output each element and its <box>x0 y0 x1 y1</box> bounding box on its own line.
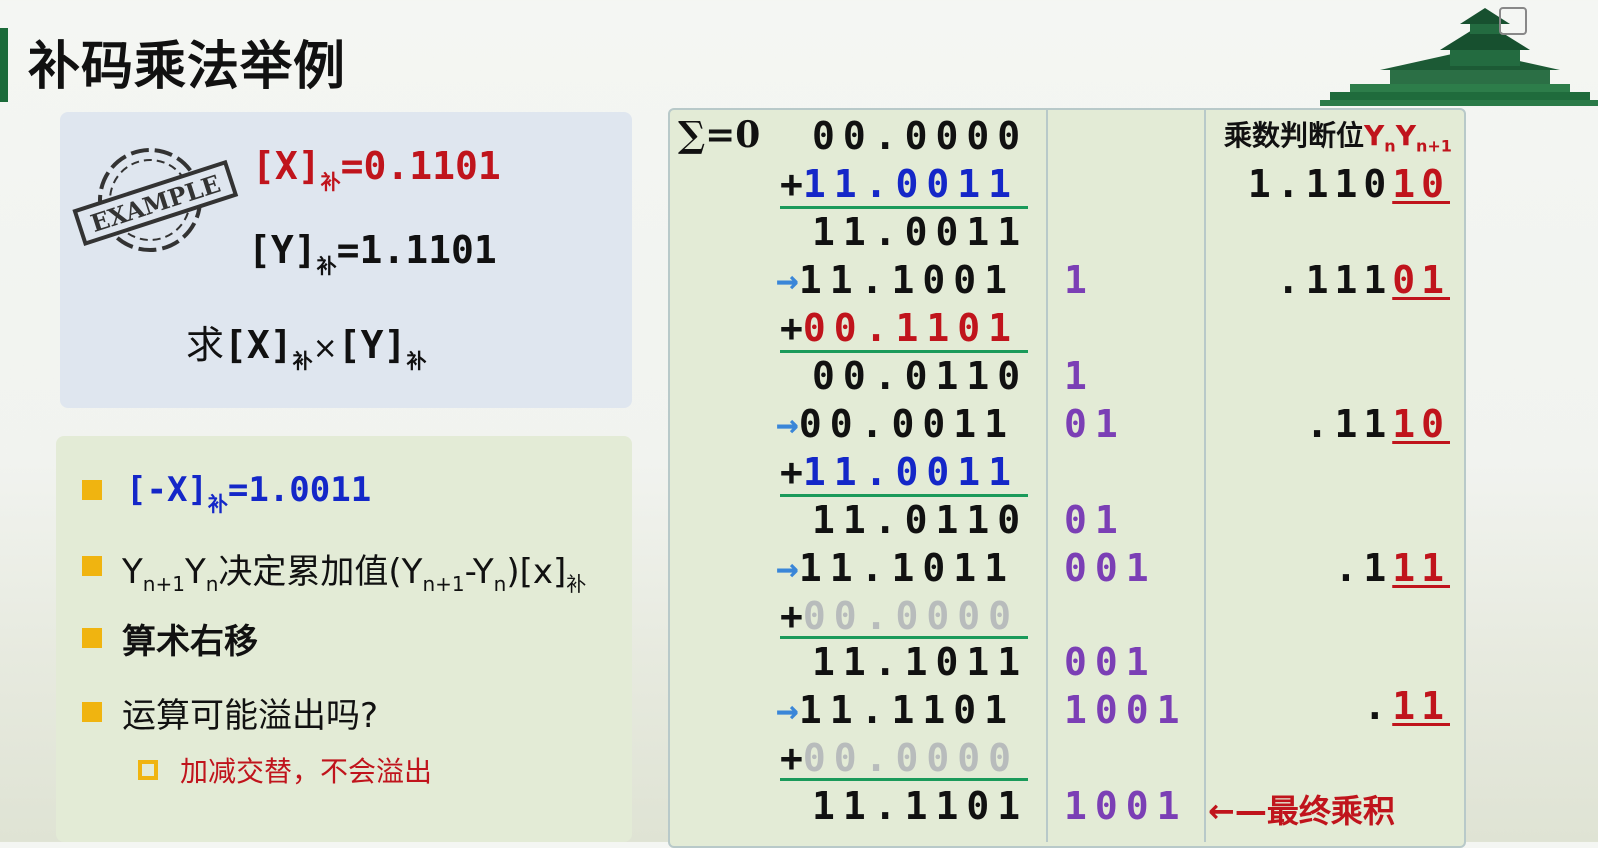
note-overflow-question: 运算可能溢出吗? <box>122 696 379 736</box>
partial-row-14: 11.1101 <box>812 784 1029 828</box>
bullet-icon <box>82 480 102 500</box>
note-accumulate: Yn+1Yn决定累加值(Yn+1-Yn)[x]补 <box>122 552 587 596</box>
partial-row-3: →11.1001 <box>776 258 1016 302</box>
judge-bits-4: .11 <box>1363 684 1450 728</box>
final-product-label: ←—最终乘积 <box>1208 792 1395 830</box>
x-complement-equation: [X]补=0.1101 <box>252 144 501 194</box>
shifted-bits-6: 1001 <box>1064 688 1188 732</box>
page-title: 补码乘法举例 <box>28 37 347 97</box>
shifted-bits-1: 1 <box>1064 354 1095 398</box>
partial-row-13: +00.0000 <box>780 736 1020 780</box>
partial-row-11: 11.1011 <box>812 640 1029 684</box>
judge-bits-header: 乘数判断位YnYn+1 <box>1224 119 1452 156</box>
shifted-bits-2: 01 <box>1064 402 1126 446</box>
partial-row-2: 11.0011 <box>812 210 1029 254</box>
title-accent-bar <box>0 28 8 102</box>
partial-row-6: →00.0011 <box>776 402 1016 446</box>
bullet-icon <box>82 556 102 576</box>
partial-row-7: +11.0011 <box>780 450 1020 494</box>
partial-row-5: 00.0110 <box>812 354 1029 398</box>
judge-bits-1: .11101 <box>1276 258 1450 302</box>
question-equation: 求[X]补×[Y]补 <box>186 323 427 373</box>
sum-line <box>780 636 1028 639</box>
partial-row-8: 11.0110 <box>812 498 1029 542</box>
shifted-bits-4: 001 <box>1064 546 1157 590</box>
judge-bits-0: 1.11010 <box>1247 162 1450 206</box>
shifted-bits-5: 001 <box>1064 640 1157 684</box>
sum-line <box>780 350 1028 353</box>
partial-row-0: 00.0000 <box>812 114 1029 158</box>
bullet-icon <box>82 628 102 648</box>
judge-bits-2: .1110 <box>1305 402 1450 446</box>
partial-row-4: +00.1101 <box>780 306 1020 350</box>
partial-row-1: +11.0011 <box>780 162 1020 206</box>
sigma-initial: ∑=0 <box>678 114 761 156</box>
note-neg-x: [-X]补=1.0011 <box>126 470 372 516</box>
shifted-bits-0: 1 <box>1064 258 1095 302</box>
partial-row-9: →11.1011 <box>776 546 1016 590</box>
judge-bits-3: .111 <box>1334 546 1450 590</box>
partial-row-12: →11.1101 <box>776 688 1016 732</box>
shifted-bits-7: 1001 <box>1064 784 1188 828</box>
university-building-logo <box>1320 7 1598 106</box>
y-complement-equation: [Y]补=1.1101 <box>248 228 497 278</box>
note-arith-shift: 算术右移 <box>122 622 258 662</box>
sub-bullet-icon <box>138 760 158 780</box>
column-divider <box>1046 108 1048 842</box>
sum-line <box>780 494 1028 497</box>
example-stamp-icon: EXAMPLE <box>72 148 239 252</box>
column-divider <box>1204 108 1206 842</box>
sum-line <box>780 206 1028 209</box>
bullet-icon <box>82 702 102 722</box>
partial-row-10: +00.0000 <box>780 594 1020 638</box>
shifted-bits-3: 01 <box>1064 498 1126 542</box>
note-overflow-answer: 加减交替，不会溢出 <box>180 755 433 788</box>
sum-line <box>780 778 1028 781</box>
